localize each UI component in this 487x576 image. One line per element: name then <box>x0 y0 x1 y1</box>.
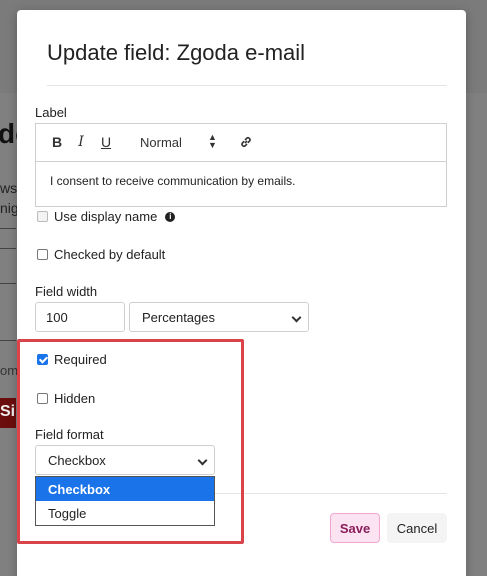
background-divider <box>0 283 16 284</box>
chevron-down-icon <box>291 312 302 323</box>
checked-by-default-checkbox[interactable] <box>37 249 48 260</box>
field-width-unit-value: Percentages <box>142 310 215 325</box>
field-width-input[interactable]: 100 <box>35 302 125 332</box>
label-text[interactable]: I consent to receive communication by em… <box>36 162 446 200</box>
modal-title: Update field: Zgoda e-mail <box>47 40 306 65</box>
highlight-box <box>17 339 244 544</box>
background-button: Si <box>0 398 16 428</box>
field-width-caption: Field width <box>35 284 98 299</box>
cancel-button[interactable]: Cancel <box>387 513 447 543</box>
background-divider <box>0 228 16 229</box>
use-display-name-label: Use display name <box>54 209 158 224</box>
chevron-up-down-icon: ▲ ▼ <box>208 132 217 150</box>
italic-button[interactable]: I <box>74 134 88 150</box>
underline-button[interactable]: U <box>99 134 113 150</box>
background-divider <box>0 340 16 341</box>
field-width-unit-select[interactable]: Percentages <box>129 302 309 332</box>
background-text-3: om <box>0 363 19 378</box>
use-display-name-row: Use display name i <box>37 209 176 224</box>
font-size-select[interactable]: Normal <box>140 135 182 150</box>
bold-button[interactable]: B <box>50 134 64 150</box>
info-icon[interactable]: i <box>165 211 176 222</box>
editor-toolbar: B I U Normal ▲ ▼ <box>36 124 446 162</box>
title-divider <box>47 85 447 86</box>
label-rich-text-editor: B I U Normal ▲ ▼ I consent to receive com… <box>35 123 447 207</box>
use-display-name-checkbox[interactable] <box>37 211 48 222</box>
checked-by-default-row: Checked by default <box>37 247 165 262</box>
save-button[interactable]: Save <box>330 513 380 543</box>
checked-by-default-label: Checked by default <box>54 247 166 262</box>
link-icon[interactable] <box>239 135 253 154</box>
background-divider <box>0 248 16 249</box>
label-caption: Label <box>35 105 67 120</box>
